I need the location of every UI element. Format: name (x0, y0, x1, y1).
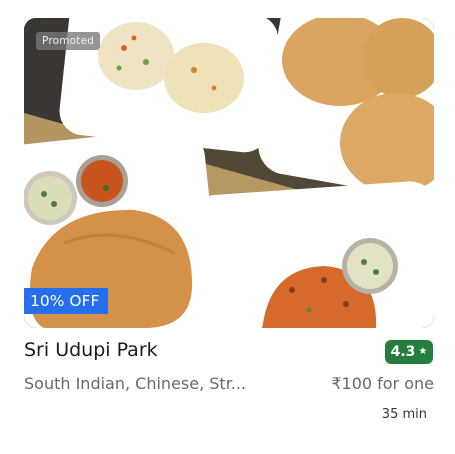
delivery-time: 35 min (381, 407, 427, 422)
offer-badge: 10% OFF (24, 288, 109, 314)
rating-value: 4.3 (390, 344, 416, 360)
star-icon: ★ (418, 346, 428, 357)
cuisine-list: South Indian, Chinese, Str... (24, 374, 247, 393)
promoted-badge: Promoted (36, 32, 101, 50)
restaurant-image[interactable]: Promoted 10% OFF (24, 18, 434, 328)
restaurant-card[interactable]: Promoted 10% OFF Sri Udupi Park 4.3 ★ So… (0, 0, 455, 454)
rating-badge: 4.3 ★ (385, 340, 433, 364)
restaurant-name[interactable]: Sri Udupi Park (24, 339, 158, 361)
price-for-one: ₹100 for one (331, 374, 434, 393)
food-photo (24, 18, 434, 328)
